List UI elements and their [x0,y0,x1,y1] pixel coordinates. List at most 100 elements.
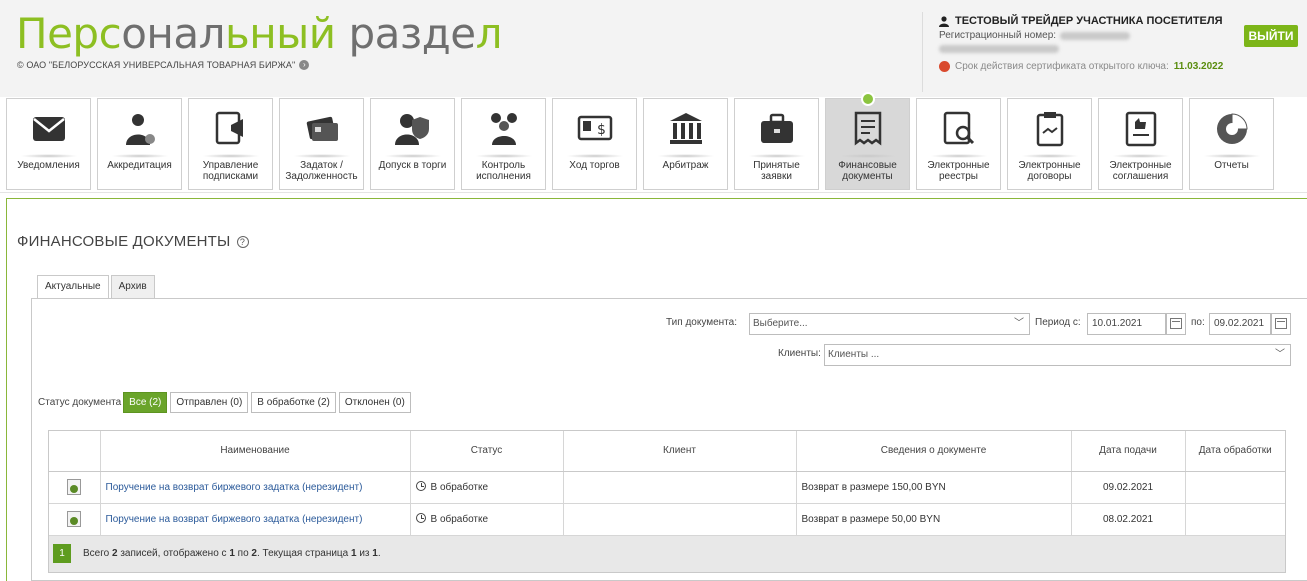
certificate-icon [939,61,950,72]
documents-panel: Актуальные Архив Тип документа: Выберите… [31,275,1307,581]
pagination-info: Всего 2 записей, отображено с 1 по 2. Те… [83,548,381,559]
nav-item[interactable]: Задаток / Задолженность [279,98,364,190]
document-cell [49,471,101,504]
table-row[interactable]: Поручение на возврат биржевого задатка (… [49,471,1285,504]
nav-item[interactable]: Уведомления [6,98,91,190]
info-cell: Возврат в размере 50,00 BYN [796,503,1072,536]
status-cell: В обработке [410,471,564,504]
page-brand-title: Персональный раздел [16,10,502,58]
nav-item-label: Электронные реестры [927,160,990,182]
calendar-to-button[interactable] [1271,313,1291,335]
nav-item[interactable]: Отчеты [1189,98,1274,190]
title-segment: ьный [224,9,336,58]
status-all-button[interactable]: Все (2) [123,391,168,413]
icon-shadow [383,154,442,158]
document-icon[interactable] [67,479,82,495]
nav-item[interactable]: Управление подписками [188,98,273,190]
process-date-cell [1185,471,1285,504]
table-header-row: Наименование Статус Клиент Сведения о до… [49,431,1285,472]
doc-type-label: Тип документа: [666,317,737,328]
calendar-icon [1275,318,1287,329]
col-info[interactable]: Сведения о документе [796,431,1072,472]
logout-button[interactable]: ВЫЙТИ [1244,25,1298,47]
period-to-label: по: [1191,317,1205,328]
pagination: 1 Всего 2 записей, отображено с 1 по 2. … [49,535,1285,572]
nav-item-label: Контроль исполнения [476,160,531,182]
nav-item-label: Ход торгов [569,160,620,171]
icon-shadow [656,154,715,158]
nav-item[interactable]: Электронные договоры [1007,98,1092,190]
page-title: ФИНАНСОВЫЕ ДОКУМЕНТЫ ? [17,233,249,250]
nav-item[interactable]: Аккредитация [97,98,182,190]
period-from-field[interactable]: 10.01.2021 [1087,313,1166,335]
status-sent-button[interactable]: Отправлен (0) [170,391,249,413]
icon-shadow [929,154,988,158]
nav-item[interactable]: Допуск в торги [370,98,455,190]
icon-shadow [19,154,78,158]
nav-item-label: Отчеты [1214,160,1249,171]
icon-shadow [292,154,351,158]
help-icon[interactable]: ? [236,235,249,248]
icon-shadow [565,154,624,158]
document-cell [49,503,101,536]
nav-item[interactable]: Принятые заявки [734,98,819,190]
col-client[interactable]: Клиент [563,431,797,472]
clients-select[interactable]: Клиенты ... ﹀ [824,344,1291,366]
chevron-down-icon: ﹀ [1275,349,1285,360]
user-gear-icon [125,114,155,145]
document-icon[interactable] [67,511,82,527]
documents-table: Наименование Статус Клиент Сведения о до… [49,431,1285,536]
pager-text: записей, отображено с [117,548,230,559]
agreement-icon [1125,111,1156,147]
user-icon [939,15,949,27]
doc-type-select[interactable]: Выберите... ﹀ [749,313,1030,335]
page-button[interactable]: 1 [53,544,71,563]
tab-current[interactable]: Актуальные [37,275,109,299]
certificate-expiry: Срок действия сертификата открытого ключ… [939,61,1237,72]
status-text: В обработке [430,482,489,493]
document-link[interactable]: Поручение на возврат биржевого задатка (… [106,514,363,525]
calendar-from-button[interactable] [1166,313,1186,335]
icon-shadow [1020,154,1079,158]
user-name: ТЕСТОВЫЙ ТРЕЙДЕР УЧАСТНИКА ПОСЕТИТЕЛЯ [939,15,1237,27]
nav-item[interactable]: Электронные реестры [916,98,1001,190]
clients-value: Клиенты ... [828,349,880,360]
nav-item[interactable]: Контроль исполнения [461,98,546,190]
pager-text: Всего [83,548,112,559]
title-segment: разде [335,9,476,58]
active-indicator [860,92,875,106]
nav-item[interactable]: Электронные соглашения [1098,98,1183,190]
title-segment: онал [121,9,225,58]
svg-text:$: $ [597,122,606,138]
nav-item-label: Электронные договоры [1018,160,1081,182]
col-process-date[interactable]: Дата обработки [1185,431,1285,472]
period-to-field[interactable]: 09.02.2021 [1209,313,1271,335]
document-link[interactable]: Поручение на возврат биржевого задатка (… [106,482,363,493]
icon-shadow [110,154,169,158]
status-cell: В обработке [410,503,564,536]
nav-item[interactable]: $ Ход торгов [552,98,637,190]
status-processing-button[interactable]: В обработке (2) [251,391,336,413]
clock-icon [415,481,426,491]
name-cell: Поручение на возврат биржевого задатка (… [100,503,411,536]
table-row[interactable]: Поручение на возврат биржевого задатка (… [49,503,1285,536]
tab-archive[interactable]: Архив [110,275,155,299]
submit-date-cell: 08.02.2021 [1071,503,1186,536]
pager-text: . [377,548,381,559]
contract-icon [1036,112,1063,147]
process-date-cell [1185,503,1285,536]
nav-item-label: Управление подписками [202,160,259,182]
certificate-label: Срок действия сертификата открытого ключ… [955,61,1169,72]
registration-label: Регистрационный номер: [939,30,1057,41]
submit-date-cell: 09.02.2021 [1071,471,1186,504]
col-status[interactable]: Статус [410,431,564,472]
registration-value-redacted [1060,31,1131,40]
nav-item[interactable]: Финансовые документы [825,92,910,190]
nav-item[interactable]: Арбитраж [643,98,728,190]
col-name[interactable]: Наименование [100,431,411,472]
col-submit-date[interactable]: Дата подачи [1071,431,1186,472]
team-icon [490,113,517,145]
arrow-right-icon[interactable]: › [299,60,310,70]
status-rejected-button[interactable]: Отклонен (0) [338,391,411,413]
chevron-down-icon: ﹀ [1014,318,1024,329]
